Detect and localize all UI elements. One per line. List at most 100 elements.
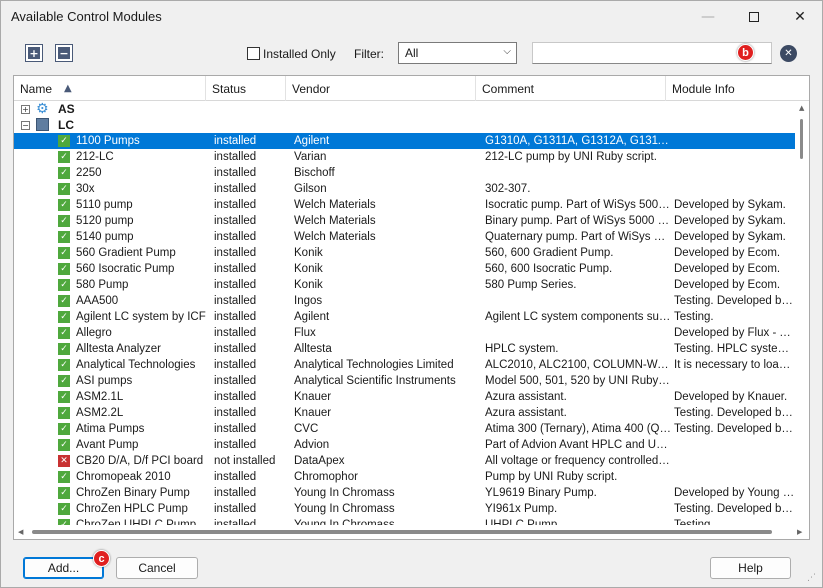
column-header-label: Module Info bbox=[672, 82, 735, 96]
table-row[interactable]: ✕ CB20 D/A, D/f PCI board not installed Dat… bbox=[14, 453, 795, 469]
annotation-marker-b: b bbox=[737, 44, 754, 61]
module-status-cell: installed bbox=[214, 231, 257, 243]
module-info-cell: Testing. bbox=[674, 519, 714, 525]
module-comment-cell: Isocratic pump. Part of WiSys 5000 HPLC bbox=[485, 199, 671, 211]
module-info-cell: Developed by Sykam. bbox=[674, 199, 786, 211]
table-row[interactable]: ✓ ChroZen HPLC Pump installed Young In Chro… bbox=[14, 501, 795, 517]
module-comment-cell: Agilent LC system components supported bbox=[485, 311, 671, 323]
scroll-up-icon[interactable]: ▲ bbox=[799, 104, 804, 112]
add-button[interactable]: Add... bbox=[23, 557, 104, 579]
module-comment-cell: 560, 600 Gradient Pump. bbox=[485, 247, 614, 259]
module-comment-cell: 302-307. bbox=[485, 183, 531, 195]
module-comment-cell bbox=[485, 165, 671, 181]
module-name-cell: 560 Isocratic Pump bbox=[76, 263, 175, 275]
module-name-cell: 1100 Pumps bbox=[76, 135, 140, 147]
maximize-icon bbox=[749, 11, 759, 22]
clear-search-button[interactable]: ✕ bbox=[780, 45, 797, 62]
lc-module-icon bbox=[36, 118, 51, 132]
group-row-as[interactable]: + ⚙ AS bbox=[14, 101, 795, 117]
collapse-all-button[interactable]: − bbox=[55, 44, 73, 62]
module-vendor-cell: Knauer bbox=[294, 407, 332, 419]
module-name-cell: 2250 bbox=[76, 167, 102, 179]
help-button[interactable]: Help bbox=[710, 557, 791, 579]
table-row[interactable]: ✓ 560 Isocratic Pump installed Konik 560, 60… bbox=[14, 261, 795, 277]
table-row[interactable]: ✓ 2250 installed Bischoff bbox=[14, 165, 795, 181]
module-info-cell bbox=[674, 469, 795, 485]
table-row[interactable]: ✓ 5110 pump installed Welch Materials Isocra… bbox=[14, 197, 795, 213]
table-row[interactable]: ✓ ChroZen Binary Pump installed Young In Ch… bbox=[14, 485, 795, 501]
filter-dropdown[interactable]: All ⌵ bbox=[398, 42, 517, 64]
module-status-cell: installed bbox=[214, 359, 257, 371]
module-info-cell: Testing. HPLC system with bbox=[674, 343, 795, 355]
collapse-icon[interactable]: − bbox=[21, 121, 30, 130]
module-status-cell: installed bbox=[214, 295, 257, 307]
installed-check-icon: ✓ bbox=[58, 231, 70, 243]
table-row[interactable]: ✓ 30x installed Gilson 302-307. bbox=[14, 181, 795, 197]
column-header-status[interactable]: Status bbox=[206, 76, 286, 101]
column-header-module-info[interactable]: Module Info bbox=[666, 76, 809, 101]
table-row[interactable]: ✓ 1100 Pumps installed Agilent G1310A, G1311… bbox=[14, 133, 795, 149]
table-row[interactable]: ✓ ASI pumps installed Analytical Scientific… bbox=[14, 373, 795, 389]
search-input[interactable] bbox=[532, 42, 772, 64]
table-row[interactable]: ✓ Alltesta Analyzer installed Alltesta HPLC … bbox=[14, 341, 795, 357]
module-comment-cell: 560, 600 Isocratic Pump. bbox=[485, 263, 613, 275]
module-name-cell: ASM2.2L bbox=[76, 407, 124, 419]
table-row[interactable]: ✓ Allegro installed Flux Developed by Flux -… bbox=[14, 325, 795, 341]
vertical-scrollbar[interactable]: ▲ bbox=[795, 101, 809, 525]
horizontal-scrollbar[interactable]: ◀ ▶ bbox=[14, 525, 809, 539]
table-row[interactable]: ✓ Avant Pump installed Advion Part of Advion… bbox=[14, 437, 795, 453]
module-name-cell: Atima Pumps bbox=[76, 423, 145, 435]
table-row[interactable]: ✓ Analytical Technologies installed Analyti… bbox=[14, 357, 795, 373]
module-vendor-cell: Knauer bbox=[294, 391, 332, 403]
table-row[interactable]: ✓ Chromopeak 2010 installed Chromophor Pump … bbox=[14, 469, 795, 485]
table-row[interactable]: ✓ 560 Gradient Pump installed Konik 560, 600… bbox=[14, 245, 795, 261]
installed-only-checkbox[interactable] bbox=[247, 47, 260, 60]
module-info-cell: Developed by Ecom. bbox=[674, 247, 781, 259]
expand-icon[interactable]: + bbox=[21, 105, 30, 114]
maximize-button[interactable] bbox=[731, 1, 777, 32]
column-header-label: Status bbox=[212, 82, 247, 96]
scroll-right-icon[interactable]: ▶ bbox=[797, 528, 802, 536]
table-row[interactable]: ✓ 5140 pump installed Welch Materials Quater… bbox=[14, 229, 795, 245]
module-vendor-cell: Konik bbox=[294, 279, 323, 291]
table-row[interactable]: ✓ ChroZen UHPLC Pump installed Young In Chr… bbox=[14, 517, 795, 525]
module-name-cell: 212-LC bbox=[76, 151, 114, 163]
table-row[interactable]: ✓ ASM2.1L installed Knauer Azura assistant. D… bbox=[14, 389, 795, 405]
table-row[interactable]: ✓ AAA500 installed Ingos Testing. Developed … bbox=[14, 293, 795, 309]
installed-check-icon: ✓ bbox=[58, 135, 70, 147]
column-header-name[interactable]: Name ▲ bbox=[14, 76, 206, 101]
column-header-vendor[interactable]: Vendor bbox=[286, 76, 476, 101]
column-header-comment[interactable]: Comment bbox=[476, 76, 666, 101]
module-info-cell bbox=[674, 149, 795, 165]
table-row[interactable]: ✓ ASM2.2L installed Knauer Azura assistant. T… bbox=[14, 405, 795, 421]
group-row-lc[interactable]: − LC bbox=[14, 117, 795, 133]
module-vendor-cell: Gilson bbox=[294, 183, 327, 195]
installed-check-icon: ✓ bbox=[58, 343, 70, 355]
module-name-cell: ChroZen UHPLC Pump bbox=[76, 519, 197, 525]
module-info-cell: Testing. Developed by Knauer bbox=[674, 407, 795, 419]
module-comment-cell: All voltage or frequency controlled devi… bbox=[485, 455, 671, 467]
table-row[interactable]: ✓ Atima Pumps installed CVC Atima 300 (Terna… bbox=[14, 421, 795, 437]
vertical-scroll-thumb[interactable] bbox=[800, 119, 803, 159]
module-comment-cell: Part of Advion Avant HPLC and UHPLC bbox=[485, 439, 671, 451]
table-row[interactable]: ✓ 5120 pump installed Welch Materials Binary… bbox=[14, 213, 795, 229]
modules-grid: Name ▲ Status Vendor Comment Module Info… bbox=[13, 75, 810, 540]
module-info-cell: It is necessary to load the bbox=[674, 359, 795, 371]
scroll-left-icon[interactable]: ◀ bbox=[18, 528, 23, 536]
horizontal-scroll-thumb[interactable] bbox=[32, 530, 772, 534]
cancel-button[interactable]: Cancel bbox=[116, 557, 198, 579]
module-vendor-cell: Konik bbox=[294, 247, 323, 259]
expand-all-button[interactable]: + bbox=[25, 44, 43, 62]
minimize-button[interactable]: — bbox=[685, 1, 731, 32]
close-button[interactable]: ✕ bbox=[777, 1, 823, 32]
module-status-cell: installed bbox=[214, 263, 257, 275]
table-row[interactable]: ✓ Agilent LC system by ICF installed Agilen… bbox=[14, 309, 795, 325]
module-name-cell: ASM2.1L bbox=[76, 391, 124, 403]
installed-check-icon: ✓ bbox=[58, 199, 70, 211]
module-name-cell: 560 Gradient Pump bbox=[76, 247, 176, 259]
table-row[interactable]: ✓ 580 Pump installed Konik 580 Pump Series. D… bbox=[14, 277, 795, 293]
module-name-cell: 30x bbox=[76, 183, 95, 195]
module-info-cell: Testing. Developed by Ingos bbox=[674, 423, 795, 435]
table-row[interactable]: ✓ 212-LC installed Varian 212-LC pump by UNI… bbox=[14, 149, 795, 165]
resize-grip-icon[interactable]: ⋰ bbox=[807, 573, 816, 583]
